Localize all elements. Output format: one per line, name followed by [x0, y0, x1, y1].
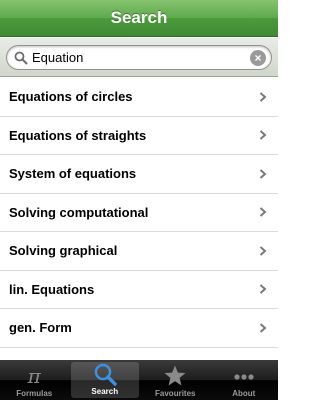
tab-bar: π Formulas Search Favourites About [0, 360, 278, 400]
chevron-right-icon [259, 207, 267, 217]
page-title: Search [110, 8, 168, 27]
list-item[interactable]: gen. Form [0, 309, 278, 348]
chevron-right-icon [259, 284, 267, 294]
navigation-bar: Search [0, 0, 278, 37]
tab-about[interactable]: About [210, 360, 279, 400]
list-item-label: lin. Equations [9, 281, 95, 297]
chevron-right-icon [259, 130, 267, 140]
tab-label: Formulas [16, 389, 53, 398]
tab-label: Search [91, 387, 119, 396]
search-bar: Equation × [0, 38, 278, 77]
clear-icon[interactable]: × [250, 50, 266, 66]
list-item-label: Solving computational [9, 204, 149, 220]
list-item-label: System of equations [9, 166, 137, 182]
chevron-right-icon [259, 169, 267, 179]
list-item-label: Equations of straights [9, 127, 147, 143]
list-item[interactable]: Equations of straights [0, 117, 278, 155]
list-item[interactable]: Solving graphical [0, 232, 278, 271]
search-query-text: Equation [32, 50, 84, 65]
list-item-label: Solving graphical [9, 243, 118, 259]
search-icon [92, 362, 118, 386]
chevron-right-icon [259, 246, 267, 256]
pi-icon: π [27, 364, 41, 388]
tab-label: Favourites [155, 389, 196, 398]
chevron-right-icon [259, 323, 267, 333]
more-icon [231, 364, 257, 388]
list-item-label: Equations of circles [9, 89, 133, 105]
tab-favourites[interactable]: Favourites [141, 360, 210, 400]
tab-search[interactable]: Search [70, 362, 139, 398]
tab-formulas[interactable]: π Formulas [0, 360, 69, 400]
list-item-label: gen. Form [9, 320, 72, 336]
list-item[interactable]: lin. Equations [0, 271, 278, 309]
results-list: Equations of circles Equations of straig… [0, 78, 278, 360]
tab-label: About [232, 389, 256, 398]
chevron-right-icon [259, 92, 267, 102]
list-item[interactable]: Equations of circles [0, 78, 278, 117]
list-item[interactable]: System of equations [0, 155, 278, 194]
list-item[interactable]: Solving computational [0, 194, 278, 232]
search-input[interactable]: Equation × [6, 45, 272, 70]
magnifier-icon [14, 51, 28, 65]
star-icon [162, 364, 188, 388]
